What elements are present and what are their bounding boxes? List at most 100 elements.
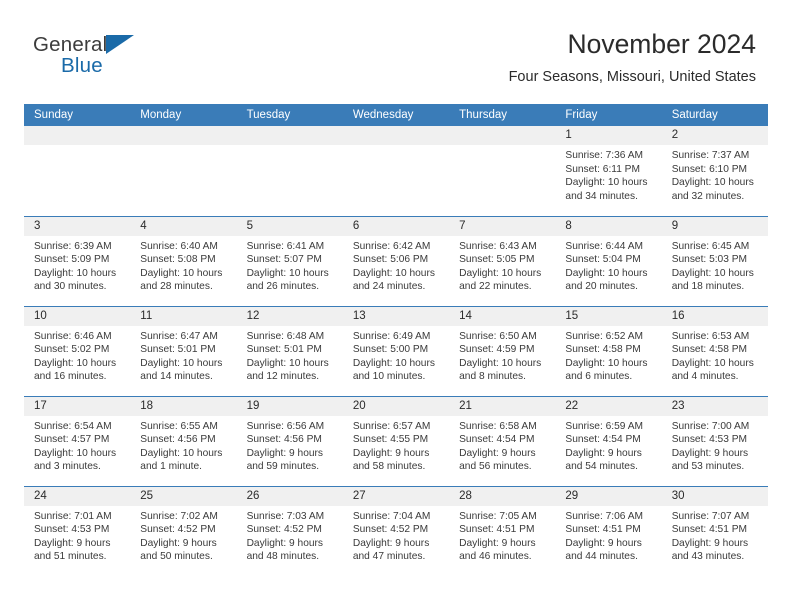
day-details: Sunrise: 7:05 AM Sunset: 4:51 PM Daylight:… (449, 506, 555, 564)
calendar-day-cell[interactable]: 18 Sunrise: 6:55 AM Sunset: 4:56 PM Dayligh… (130, 395, 237, 486)
day-detail-line: Sunrise: 7:00 AM (671, 420, 750, 432)
day-detail-line: and 12 minutes. (246, 371, 320, 383)
day-detail-line: Sunset: 5:01 PM (140, 344, 216, 356)
day-details: Sunrise: 6:55 AM Sunset: 4:56 PM Daylight:… (130, 416, 236, 474)
day-number (449, 126, 556, 145)
day-box: 23 Sunrise: 7:00 AM Sunset: 4:53 PM Dayligh… (661, 396, 768, 474)
day-detail-line: Daylight: 10 hours (565, 267, 648, 279)
calendar-day-cell[interactable]: 26 Sunrise: 7:03 AM Sunset: 4:52 PM Dayligh… (236, 485, 343, 577)
calendar-day-cell[interactable]: 11 Sunrise: 6:47 AM Sunset: 5:01 PM Dayligh… (130, 305, 237, 396)
calendar-day-cell[interactable]: 5 Sunrise: 6:41 AM Sunset: 5:07 PM Daylight… (236, 215, 343, 306)
day-detail-line: Daylight: 10 hours (565, 177, 648, 189)
day-detail-line: Sunrise: 7:06 AM (565, 510, 643, 522)
day-detail-line: Sunset: 4:54 PM (459, 434, 535, 446)
day-number: 14 (449, 306, 556, 326)
calendar-day-cell[interactable]: 3 Sunrise: 6:39 AM Sunset: 5:09 PM Daylight… (24, 215, 131, 306)
day-detail-line: Sunset: 5:00 PM (352, 344, 429, 356)
calendar-day-cell[interactable]: 20 Sunrise: 6:57 AM Sunset: 4:55 PM Dayligh… (342, 395, 450, 486)
day-detail-line: and 18 minutes. (671, 281, 745, 293)
day-number: 9 (661, 216, 768, 236)
day-detail-line: Daylight: 9 hours (565, 537, 642, 549)
day-box: 20 Sunrise: 6:57 AM Sunset: 4:55 PM Dayligh… (342, 396, 450, 474)
day-box: 29 Sunrise: 7:06 AM Sunset: 4:51 PM Dayligh… (555, 486, 662, 564)
day-detail-line: Sunset: 4:55 PM (352, 434, 429, 446)
calendar-day-cell[interactable]: 7 Sunrise: 6:43 AM Sunset: 5:05 PM Daylight… (449, 215, 556, 306)
calendar-day-cell[interactable]: 4 Sunrise: 6:40 AM Sunset: 5:08 PM Daylight… (130, 215, 237, 306)
day-detail-line: Sunrise: 7:03 AM (246, 510, 325, 522)
day-detail-line: Daylight: 10 hours (671, 177, 754, 189)
calendar-day-cell[interactable]: 6 Sunrise: 6:42 AM Sunset: 5:06 PM Daylight… (342, 215, 450, 306)
calendar-day-cell[interactable]: 29 Sunrise: 7:06 AM Sunset: 4:51 PM Dayligh… (555, 485, 662, 577)
calendar-day-cell[interactable]: 15 Sunrise: 6:52 AM Sunset: 4:58 PM Dayligh… (555, 305, 662, 396)
day-detail-line: Daylight: 9 hours (352, 447, 430, 459)
day-details: Sunrise: 6:57 AM Sunset: 4:55 PM Daylight:… (343, 416, 449, 474)
calendar-day-cell[interactable]: 1 Sunrise: 7:36 AM Sunset: 6:11 PM Daylight… (555, 126, 662, 216)
day-number: 19 (236, 396, 343, 416)
day-detail-line: Sunrise: 7:01 AM (34, 510, 112, 522)
day-detail-line: Sunset: 5:06 PM (352, 254, 429, 266)
page-subtitle: Four Seasons, Missouri, United States (508, 69, 756, 85)
day-number: 25 (130, 486, 237, 506)
day-detail-line: Sunrise: 6:49 AM (352, 330, 431, 342)
day-detail-line: and 44 minutes. (565, 551, 638, 563)
day-detail-line: and 20 minutes. (565, 281, 638, 293)
day-box: 6 Sunrise: 6:42 AM Sunset: 5:06 PM Daylight… (342, 216, 450, 294)
calendar-day-cell[interactable]: 21 Sunrise: 6:58 AM Sunset: 4:54 PM Dayligh… (449, 395, 556, 486)
calendar-day-cell[interactable]: 2 Sunrise: 7:37 AM Sunset: 6:10 PM Daylight… (661, 126, 768, 216)
calendar-day-cell[interactable]: 30 Sunrise: 7:07 AM Sunset: 4:51 PM Dayligh… (661, 485, 768, 577)
brand-logo[interactable]: General Blue (33, 33, 163, 79)
calendar-week-row: 3 Sunrise: 6:39 AM Sunset: 5:09 PM Daylight… (24, 215, 768, 306)
day-detail-line: Sunset: 4:52 PM (352, 524, 429, 536)
calendar-day-cell[interactable]: 10 Sunrise: 6:46 AM Sunset: 5:02 PM Dayligh… (24, 305, 131, 396)
day-details: Sunrise: 7:37 AM Sunset: 6:10 PM Daylight:… (662, 145, 768, 203)
day-detail-line: Sunrise: 6:39 AM (34, 240, 112, 252)
day-number: 22 (555, 396, 662, 416)
day-details: Sunrise: 7:36 AM Sunset: 6:11 PM Daylight:… (555, 145, 661, 203)
day-detail-line: Sunrise: 7:07 AM (671, 510, 750, 522)
day-box: 8 Sunrise: 6:44 AM Sunset: 5:04 PM Daylight… (555, 216, 662, 294)
calendar-day-cell[interactable]: 16 Sunrise: 6:53 AM Sunset: 4:58 PM Dayligh… (661, 305, 768, 396)
calendar-day-cell[interactable]: 8 Sunrise: 6:44 AM Sunset: 5:04 PM Daylight… (555, 215, 662, 306)
day-detail-line: Sunset: 5:02 PM (34, 344, 110, 356)
calendar-day-cell[interactable]: 17 Sunrise: 6:54 AM Sunset: 4:57 PM Dayligh… (24, 395, 131, 486)
day-details: Sunrise: 7:00 AM Sunset: 4:53 PM Daylight:… (662, 416, 768, 474)
day-detail-line: Sunrise: 6:53 AM (671, 330, 750, 342)
day-details: Sunrise: 6:41 AM Sunset: 5:07 PM Daylight:… (237, 236, 343, 294)
day-detail-line: Sunrise: 6:45 AM (671, 240, 750, 252)
day-details: Sunrise: 6:45 AM Sunset: 5:03 PM Daylight:… (662, 236, 768, 294)
calendar-body: 1 Sunrise: 7:36 AM Sunset: 6:11 PM Daylight… (24, 126, 768, 577)
day-detail-line: Sunset: 5:03 PM (671, 254, 748, 266)
day-detail-line: and 4 minutes. (671, 371, 739, 383)
day-number: 2 (661, 126, 768, 145)
day-details: Sunrise: 6:42 AM Sunset: 5:06 PM Daylight:… (343, 236, 449, 294)
calendar-day-cell[interactable]: 19 Sunrise: 6:56 AM Sunset: 4:56 PM Dayligh… (236, 395, 343, 486)
calendar-day-cell[interactable]: 13 Sunrise: 6:49 AM Sunset: 5:00 PM Dayligh… (342, 305, 450, 396)
day-detail-line: Daylight: 9 hours (459, 447, 536, 459)
day-box: 28 Sunrise: 7:05 AM Sunset: 4:51 PM Dayligh… (449, 486, 556, 564)
weekday-header-monday: Monday (130, 104, 237, 126)
calendar-day-cell[interactable]: 28 Sunrise: 7:05 AM Sunset: 4:51 PM Dayligh… (449, 485, 556, 577)
calendar-day-cell[interactable]: 14 Sunrise: 6:50 AM Sunset: 4:59 PM Dayligh… (449, 305, 556, 396)
calendar-day-cell[interactable]: 9 Sunrise: 6:45 AM Sunset: 5:03 PM Daylight… (661, 215, 768, 306)
day-box: 10 Sunrise: 6:46 AM Sunset: 5:02 PM Dayligh… (24, 306, 131, 384)
day-detail-line: Sunrise: 6:57 AM (352, 420, 431, 432)
calendar-day-cell[interactable]: 27 Sunrise: 7:04 AM Sunset: 4:52 PM Dayligh… (342, 485, 450, 577)
calendar-empty-cell (24, 126, 131, 216)
weekday-header-tuesday: Tuesday (236, 104, 343, 126)
calendar-day-cell[interactable]: 25 Sunrise: 7:02 AM Sunset: 4:52 PM Dayligh… (130, 485, 237, 577)
day-detail-line: Sunrise: 6:44 AM (565, 240, 643, 252)
day-number: 15 (555, 306, 662, 326)
day-details: Sunrise: 6:49 AM Sunset: 5:00 PM Daylight:… (343, 326, 449, 384)
day-detail-line: Sunset: 4:57 PM (34, 434, 110, 446)
calendar-day-cell[interactable]: 12 Sunrise: 6:48 AM Sunset: 5:01 PM Dayligh… (236, 305, 343, 396)
calendar-table: Sunday Monday Tuesday Wednesday Thursday… (24, 104, 768, 577)
calendar-day-cell[interactable]: 22 Sunrise: 6:59 AM Sunset: 4:54 PM Dayligh… (555, 395, 662, 486)
day-box (236, 126, 343, 145)
calendar-day-cell[interactable]: 23 Sunrise: 7:00 AM Sunset: 4:53 PM Dayligh… (661, 395, 768, 486)
day-detail-line: Sunrise: 6:56 AM (246, 420, 325, 432)
day-detail-line: Sunset: 5:08 PM (140, 254, 216, 266)
weekday-header-thursday: Thursday (449, 104, 556, 126)
day-box: 16 Sunrise: 6:53 AM Sunset: 4:58 PM Dayligh… (661, 306, 768, 384)
day-box (24, 126, 131, 145)
calendar-day-cell[interactable]: 24 Sunrise: 7:01 AM Sunset: 4:53 PM Dayligh… (24, 485, 131, 577)
